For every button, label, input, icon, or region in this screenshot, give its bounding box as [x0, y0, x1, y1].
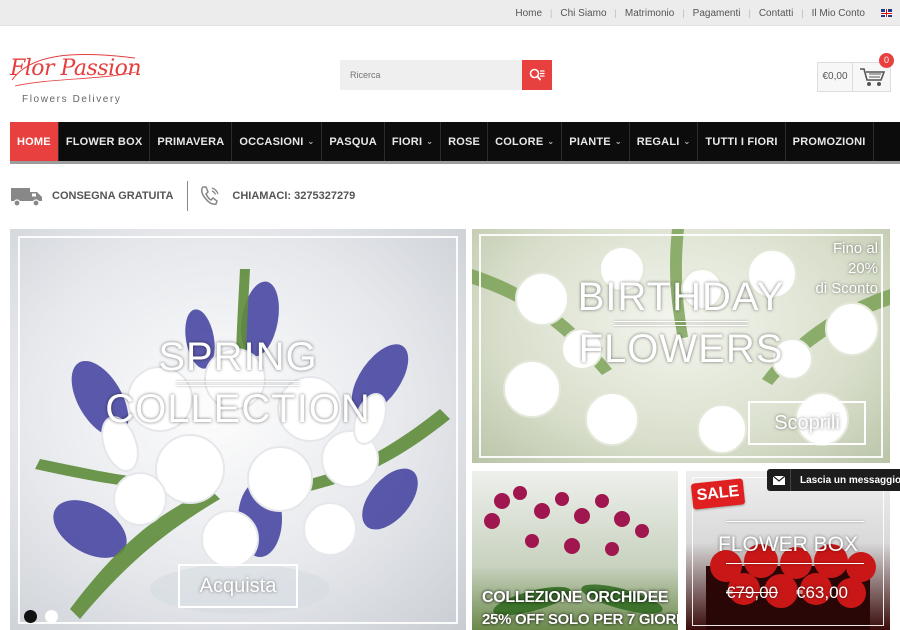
envelope-icon: [767, 469, 791, 491]
scoprili-button[interactable]: Scoprili: [748, 401, 866, 445]
top-link-chi-siamo[interactable]: Chi Siamo: [552, 8, 614, 19]
nav-label: REGALI: [636, 135, 680, 148]
cart-icon-wrap: [853, 67, 890, 87]
search-bar: [340, 60, 552, 90]
phone-text: CHIAMACI: 3275327279: [232, 190, 356, 202]
nav-item-flower-box[interactable]: FLOWER BOX: [59, 122, 151, 161]
banner-divider: [176, 385, 300, 386]
banner-orchid-collection[interactable]: COLLEZIONE ORCHIDEE 25% OFF SOLO PER 7 G…: [472, 471, 678, 630]
free-delivery-text: CONSEGNA GRATUITA: [52, 190, 174, 202]
nav-item-rose[interactable]: ROSE: [441, 122, 489, 161]
top-link-pagamenti[interactable]: Pagamenti: [685, 8, 749, 19]
shopping-cart-icon: [859, 68, 885, 86]
orchid-subtitle: 25% OFF SOLO PER 7 GIORNI: [482, 611, 678, 628]
cart-widget[interactable]: €0,00 0: [817, 53, 894, 92]
phone-icon: [201, 186, 220, 205]
promo-line1: Fino al: [832, 240, 878, 257]
nav-item-fiori[interactable]: FIORI ⌄: [385, 122, 442, 161]
site-logo[interactable]: Flor Passion Flowers Delivery: [10, 50, 142, 110]
nav-item-colore[interactable]: COLORE ⌄: [488, 122, 563, 161]
chevron-down-icon: ⌄: [307, 137, 315, 146]
banner-birthday-flowers[interactable]: Fino al 20% di Sconto BIRTHDAY FLOWERS S…: [472, 229, 890, 463]
info-divider: [187, 181, 189, 211]
nav-label: PIANTE: [569, 135, 611, 148]
old-price: €79,00: [726, 583, 778, 602]
nav-label: HOME: [17, 135, 51, 148]
nav-item-home[interactable]: HOME: [10, 122, 59, 161]
banner-divider: [614, 325, 748, 326]
nav-label: OCCASIONI: [239, 135, 304, 148]
sale-badge: SALE: [690, 478, 746, 510]
nav-item-piante[interactable]: PIANTE ⌄: [562, 122, 630, 161]
nav-item-occasioni[interactable]: OCCASIONI ⌄: [232, 122, 323, 161]
banner-divider: [176, 381, 300, 382]
top-link-account[interactable]: Il Mio Conto: [804, 8, 873, 19]
main-nav: HOME FLOWER BOX PRIMAVERA OCCASIONI ⌄ PAS…: [10, 122, 900, 164]
banner-title-line2: COLLECTION: [105, 387, 371, 431]
uk-flag-icon[interactable]: [881, 9, 892, 17]
nav-label: FLOWER BOX: [65, 135, 143, 148]
nav-item-regali[interactable]: REGALI ⌄: [630, 122, 699, 161]
top-link-home[interactable]: Home: [507, 8, 550, 19]
free-delivery-info: CONSEGNA GRATUITA: [10, 184, 173, 208]
banner-title-line1: BIRTHDAY: [577, 275, 785, 319]
carousel-dot-1[interactable]: [24, 610, 37, 623]
delivery-truck-icon: [11, 188, 42, 207]
nav-label: COLORE: [495, 135, 544, 148]
nav-label: PRIMAVERA: [157, 135, 225, 148]
banner-divider: [614, 321, 748, 322]
logo-tagline: Flowers Delivery: [22, 94, 122, 105]
nav-label: FIORI: [391, 135, 423, 148]
cart-total: €0,00: [818, 63, 853, 91]
nav-label: PROMOZIONI: [792, 135, 866, 148]
chat-label: Lascia un messaggio: [800, 474, 900, 486]
chevron-down-icon: ⌄: [614, 137, 622, 146]
top-link-matrimonio[interactable]: Matrimonio: [617, 8, 682, 19]
logo-text: Flor Passion: [10, 56, 142, 81]
chevron-down-icon: ⌄: [426, 137, 434, 146]
banner-divider: [726, 521, 864, 522]
chevron-down-icon: ⌄: [683, 137, 691, 146]
carousel-dot-2[interactable]: [45, 610, 58, 623]
banner-flower-box[interactable]: SALE FLOWER BOX €79,00 €63,00: [686, 471, 890, 630]
search-input[interactable]: [340, 60, 522, 90]
new-price: €63,00: [796, 583, 848, 602]
top-link-contatti[interactable]: Contatti: [751, 8, 801, 19]
phone-info[interactable]: CHIAMACI: 3275327279: [198, 184, 355, 208]
nav-item-primavera[interactable]: PRIMAVERA: [150, 122, 233, 161]
carousel-dots: [24, 610, 58, 623]
nav-item-tutti-i-fiori[interactable]: TUTTI I FIORI: [698, 122, 786, 161]
top-links: Home | Chi Siamo | Matrimonio | Pagament…: [507, 0, 892, 26]
nav-item-promozioni[interactable]: PROMOZIONI: [786, 122, 874, 161]
flower-box-title: FLOWER BOX: [717, 533, 859, 556]
top-bar: Home | Chi Siamo | Matrimonio | Pagament…: [0, 0, 900, 26]
nav-label: ROSE: [448, 135, 481, 148]
banner-divider: [726, 563, 864, 564]
search-button[interactable]: [522, 60, 552, 90]
chevron-down-icon: ⌄: [547, 137, 555, 146]
banner-spring-collection[interactable]: SPRING COLLECTION Acquista: [10, 229, 466, 630]
orchid-title: COLLEZIONE ORCHIDEE: [482, 589, 669, 606]
info-strip: CONSEGNA GRATUITA CHIAMACI: 3275327279: [10, 180, 355, 212]
nav-label: TUTTI I FIORI: [705, 135, 778, 148]
banner-title-line1: SPRING: [158, 335, 318, 379]
search-icon: [529, 68, 545, 81]
nav-item-pasqua[interactable]: PASQUA: [322, 122, 385, 161]
acquista-button[interactable]: Acquista: [178, 564, 298, 608]
chat-message-button[interactable]: Lascia un messaggio: [767, 469, 900, 491]
banner-title-line2: FLOWERS: [578, 327, 784, 371]
cart-count-badge: 0: [879, 53, 894, 68]
nav-label: PASQUA: [329, 135, 377, 148]
